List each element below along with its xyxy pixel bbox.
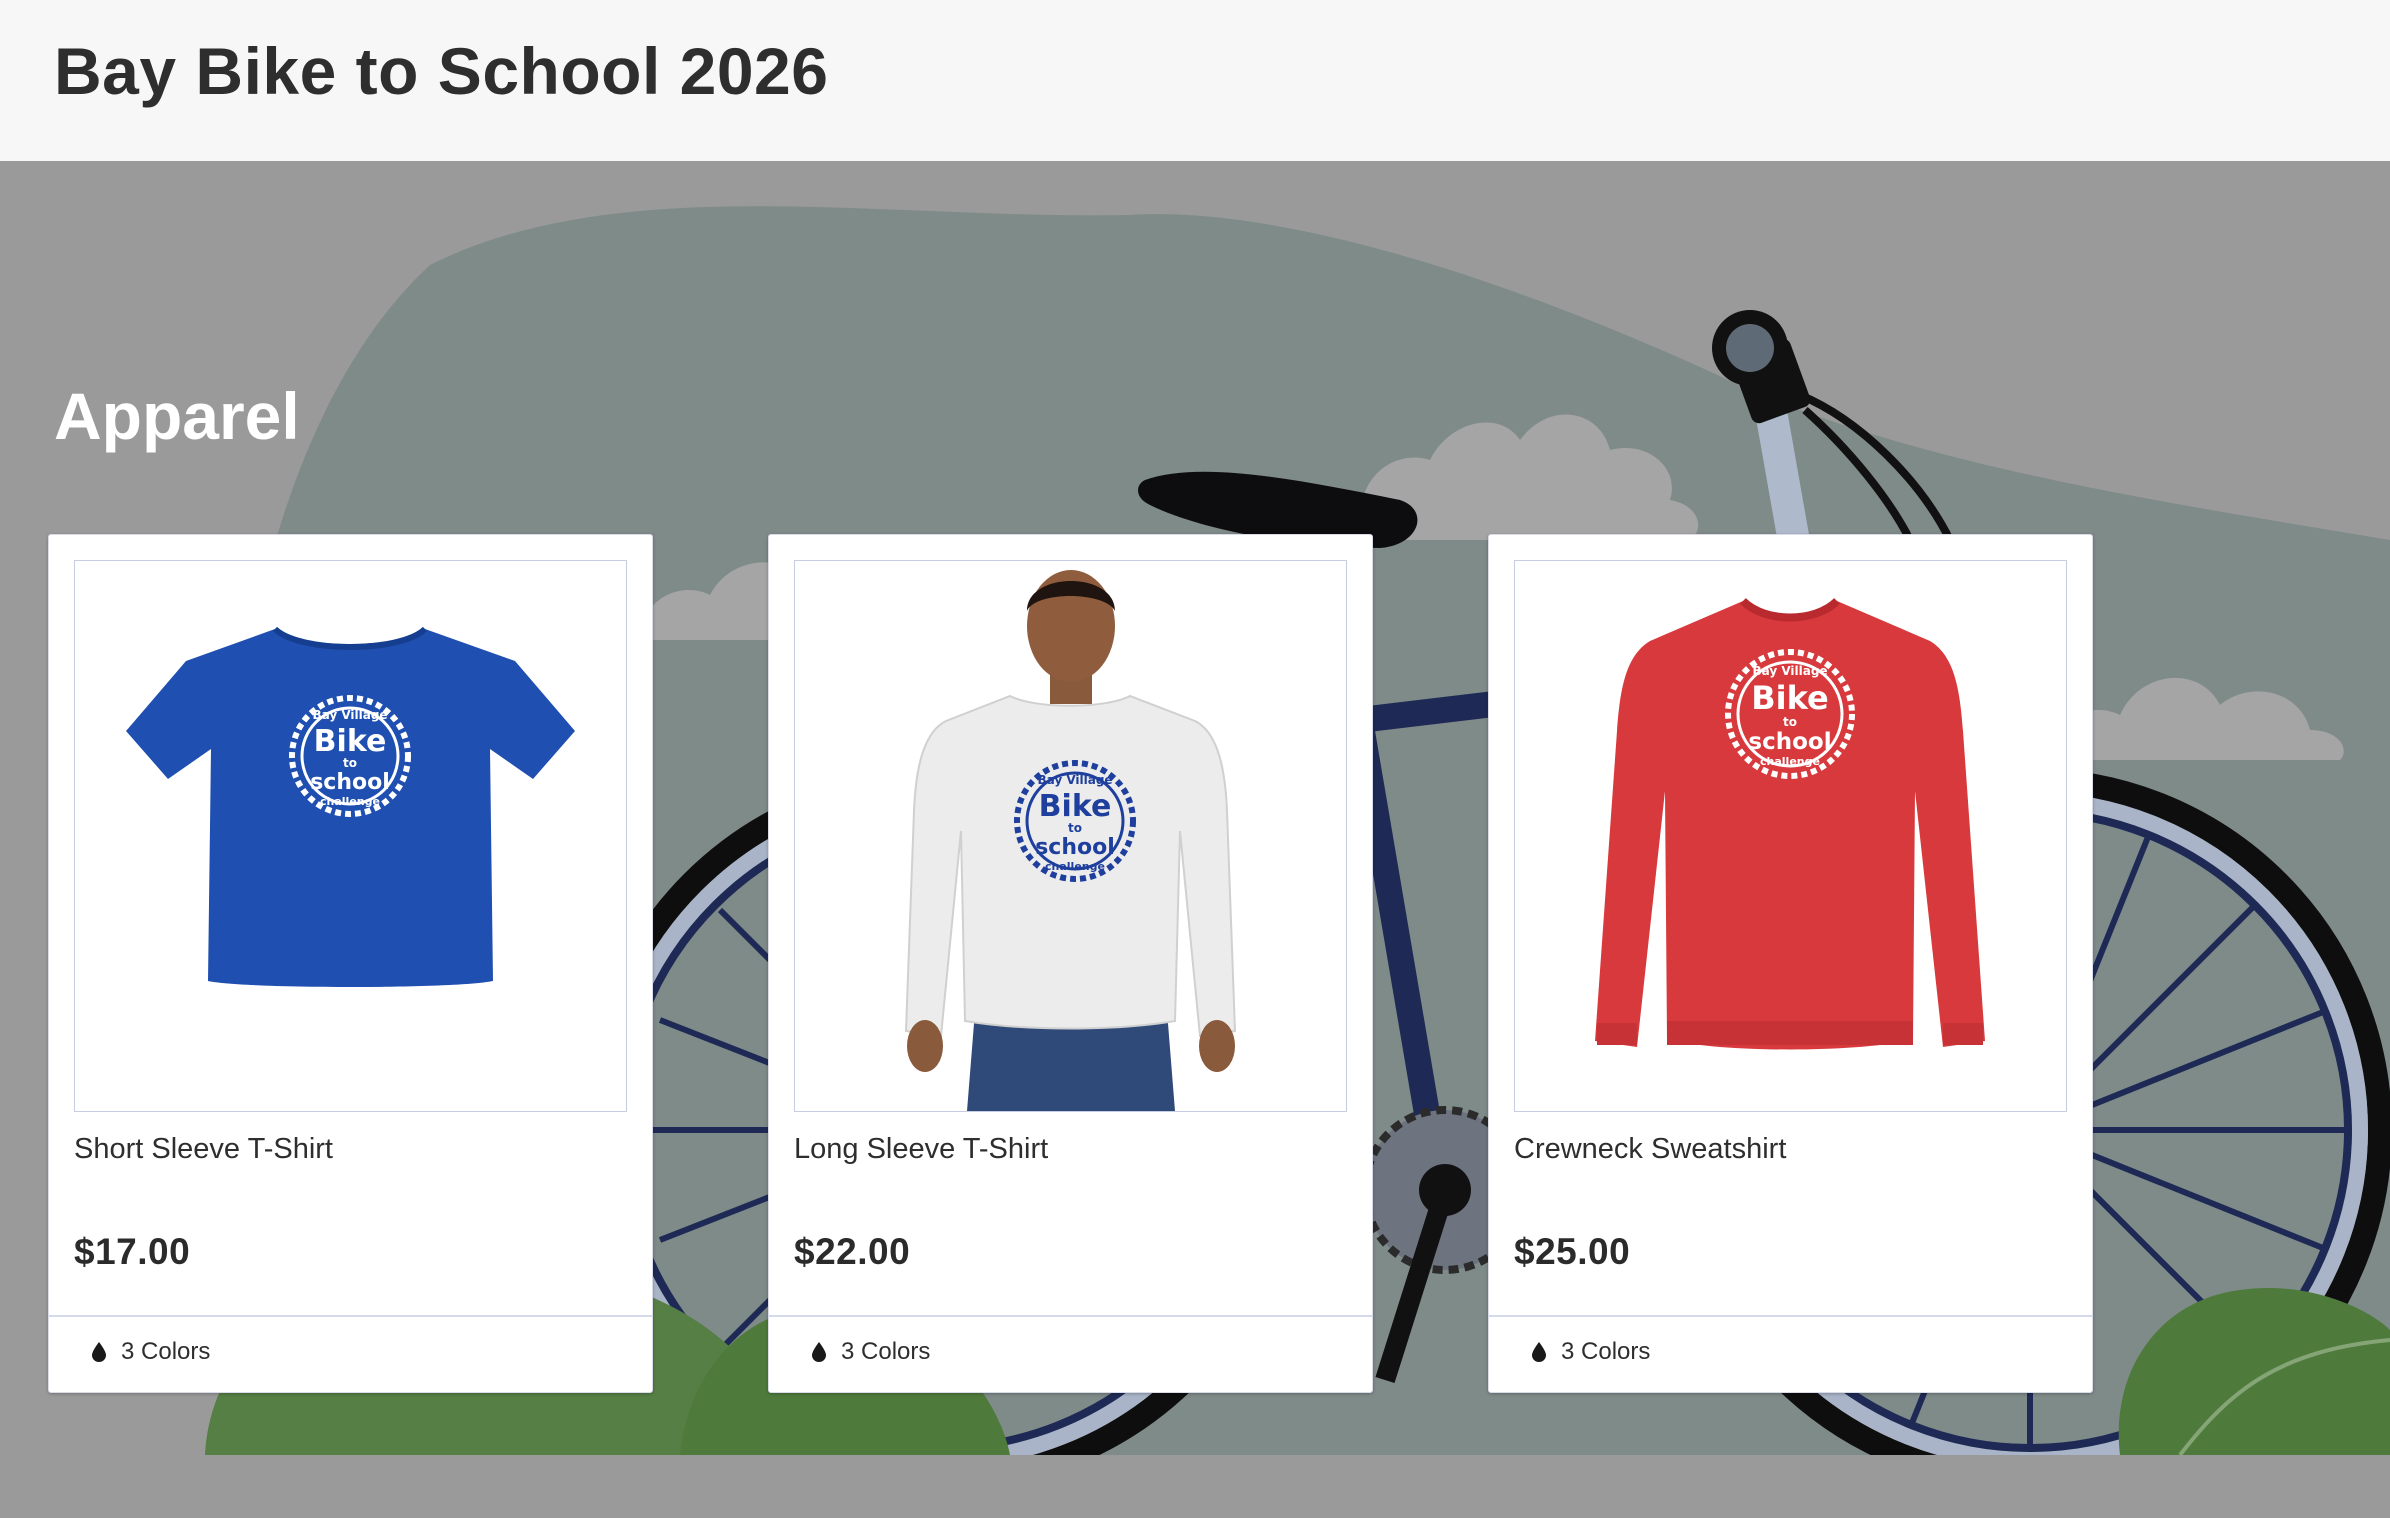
logo-arc-top: Bay Village [1752,664,1827,678]
logo-line-bike: Bike [314,724,387,759]
store-header: Bay Bike to School 2026 [0,0,2390,161]
colors-count: 3 Colors [1561,1338,1651,1365]
logo-line-bike: Bike [1039,789,1112,824]
product-card-short-sleeve[interactable]: Bay Village Bike to school challenge Sho… [48,534,653,1393]
logo-line-to: to [1783,715,1797,729]
logo-line-to: to [343,756,357,770]
sweatshirt-image: Bay Village Bike to school challenge [1595,597,1985,1050]
longsleeve-model-image: Bay Village Bike to school challenge [904,570,1237,1111]
card-divider [1489,1315,2092,1317]
logo-arc-bottom: challenge [1045,860,1105,873]
color-options[interactable]: 3 Colors [811,1338,930,1366]
tshirt-image: Bay Village Bike to school challenge [126,626,575,987]
color-drop-icon [91,1341,107,1363]
product-name[interactable]: Short Sleeve T-Shirt [74,1133,333,1166]
product-price: $25.00 [1514,1231,1631,1272]
product-image[interactable]: Bay Village Bike to school challenge [74,560,627,1112]
logo-line-school: school [1748,729,1831,755]
product-card-crewneck[interactable]: Bay Village Bike to school challenge Cre… [1488,534,2093,1393]
card-divider [769,1315,1372,1317]
product-name[interactable]: Long Sleeve T-Shirt [794,1133,1048,1166]
product-price: $22.00 [794,1231,911,1272]
color-options[interactable]: 3 Colors [1531,1338,1650,1366]
color-drop-icon [811,1341,827,1363]
colors-count: 3 Colors [841,1338,931,1365]
product-image[interactable]: Bay Village Bike to school challenge [1514,560,2067,1112]
product-name[interactable]: Crewneck Sweatshirt [1514,1133,1786,1166]
color-drop-icon [1531,1341,1547,1363]
logo-line-to: to [1068,821,1082,835]
product-card-long-sleeve[interactable]: Bay Village Bike to school challenge Lon… [768,534,1373,1393]
logo-line-bike: Bike [1751,679,1828,717]
product-price: $17.00 [74,1231,191,1272]
logo-arc-top: Bay Village [312,708,387,722]
logo-arc-bottom: challenge [1760,755,1820,768]
logo-arc-bottom: challenge [320,795,380,808]
logo-arc-top: Bay Village [1037,773,1112,787]
product-image[interactable]: Bay Village Bike to school challenge [794,560,1347,1112]
color-options[interactable]: 3 Colors [91,1338,210,1366]
logo-line-school: school [310,770,390,795]
card-divider [49,1315,652,1317]
section-title-apparel: Apparel [54,379,300,453]
store-title: Bay Bike to School 2026 [54,34,829,108]
logo-line-school: school [1035,835,1115,860]
colors-count: 3 Colors [121,1338,211,1365]
